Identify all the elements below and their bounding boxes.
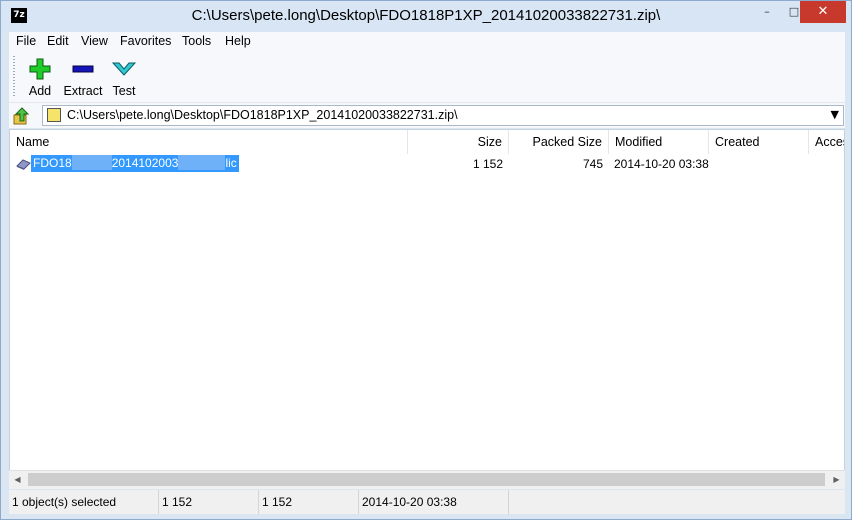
file-packed-size: 745 bbox=[582, 157, 603, 171]
add-plus-icon bbox=[29, 58, 51, 80]
file-icon bbox=[16, 159, 31, 170]
window-title: C:\Users\pete.long\Desktop\FDO1818P1XP_2… bbox=[191, 7, 661, 24]
minimize-button[interactable]: – bbox=[753, 1, 781, 23]
redaction-block bbox=[178, 155, 226, 170]
file-name-selected[interactable]: FDO18 2014102003 lic bbox=[31, 155, 239, 172]
menu-file[interactable]: File bbox=[16, 34, 36, 48]
scrollbar-thumb[interactable] bbox=[28, 473, 825, 486]
file-name-part3: lic bbox=[225, 156, 237, 170]
menu-help[interactable]: Help bbox=[225, 34, 251, 48]
add-label: Add bbox=[28, 84, 52, 98]
table-row[interactable]: FDO18 2014102003 lic 1 152 745 2014-10-20 … bbox=[10, 155, 844, 173]
test-button[interactable]: Test bbox=[102, 54, 146, 100]
horizontal-scrollbar[interactable]: ◀ ▶ bbox=[9, 470, 845, 489]
status-size: 1 152 bbox=[159, 490, 259, 514]
close-button[interactable]: ✕ bbox=[800, 1, 846, 23]
address-dropdown-icon[interactable]: ▼ bbox=[831, 108, 839, 121]
title-bar[interactable]: 7z C:\Users\pete.long\Desktop\FDO1818P1X… bbox=[1, 1, 851, 31]
test-label: Test bbox=[112, 84, 136, 98]
column-header-modified[interactable]: Modified bbox=[609, 130, 709, 154]
menu-bar: File Edit View Favorites Tools Help bbox=[9, 32, 845, 52]
test-checkmark-icon bbox=[112, 62, 136, 76]
column-header-created[interactable]: Created bbox=[709, 130, 809, 154]
menu-view[interactable]: View bbox=[81, 34, 108, 48]
extract-label: Extract bbox=[63, 84, 103, 98]
column-header-packed-size[interactable]: Packed Size bbox=[509, 130, 609, 154]
column-header-size[interactable]: Size bbox=[408, 130, 509, 154]
status-bar: 1 object(s) selected 1 152 1 152 2014-10… bbox=[9, 490, 845, 514]
up-arrow-folder-icon bbox=[13, 107, 30, 125]
status-selection: 1 object(s) selected bbox=[9, 490, 159, 514]
extract-button[interactable]: Extract bbox=[61, 54, 105, 100]
menu-favorites[interactable]: Favorites bbox=[120, 34, 171, 48]
address-bar: C:\Users\pete.long\Desktop\FDO1818P1XP_2… bbox=[9, 103, 845, 128]
redaction-block bbox=[71, 155, 112, 170]
toolbar: Add Extract Test bbox=[9, 52, 845, 103]
file-name-part2: 2014102003 bbox=[111, 156, 179, 170]
status-modified: 2014-10-20 03:38 bbox=[359, 490, 509, 514]
toolbar-grip[interactable] bbox=[13, 56, 15, 98]
scroll-left-icon[interactable]: ◀ bbox=[9, 471, 26, 489]
list-header: Name Size Packed Size Modified Created A… bbox=[10, 130, 844, 154]
file-name-part1: FDO18 bbox=[33, 156, 72, 170]
file-list[interactable]: Name Size Packed Size Modified Created A… bbox=[9, 129, 845, 489]
archive-path-icon bbox=[47, 108, 61, 122]
address-field[interactable]: C:\Users\pete.long\Desktop\FDO1818P1XP_2… bbox=[42, 105, 844, 126]
menu-tools[interactable]: Tools bbox=[182, 34, 211, 48]
column-header-name[interactable]: Name bbox=[10, 130, 408, 154]
file-modified: 2014-10-20 03:38 bbox=[614, 157, 709, 171]
add-button[interactable]: Add bbox=[18, 54, 62, 100]
menu-edit[interactable]: Edit bbox=[47, 34, 69, 48]
app-window: 7z C:\Users\pete.long\Desktop\FDO1818P1X… bbox=[0, 0, 852, 520]
column-header-accessed[interactable]: Acces bbox=[809, 130, 844, 154]
up-folder-button[interactable] bbox=[12, 106, 32, 126]
status-packed-size: 1 152 bbox=[259, 490, 359, 514]
address-path: C:\Users\pete.long\Desktop\FDO1818P1XP_2… bbox=[67, 108, 458, 122]
extract-minus-icon bbox=[72, 65, 94, 73]
scroll-right-icon[interactable]: ▶ bbox=[828, 471, 845, 489]
file-size: 1 152 bbox=[472, 157, 503, 171]
